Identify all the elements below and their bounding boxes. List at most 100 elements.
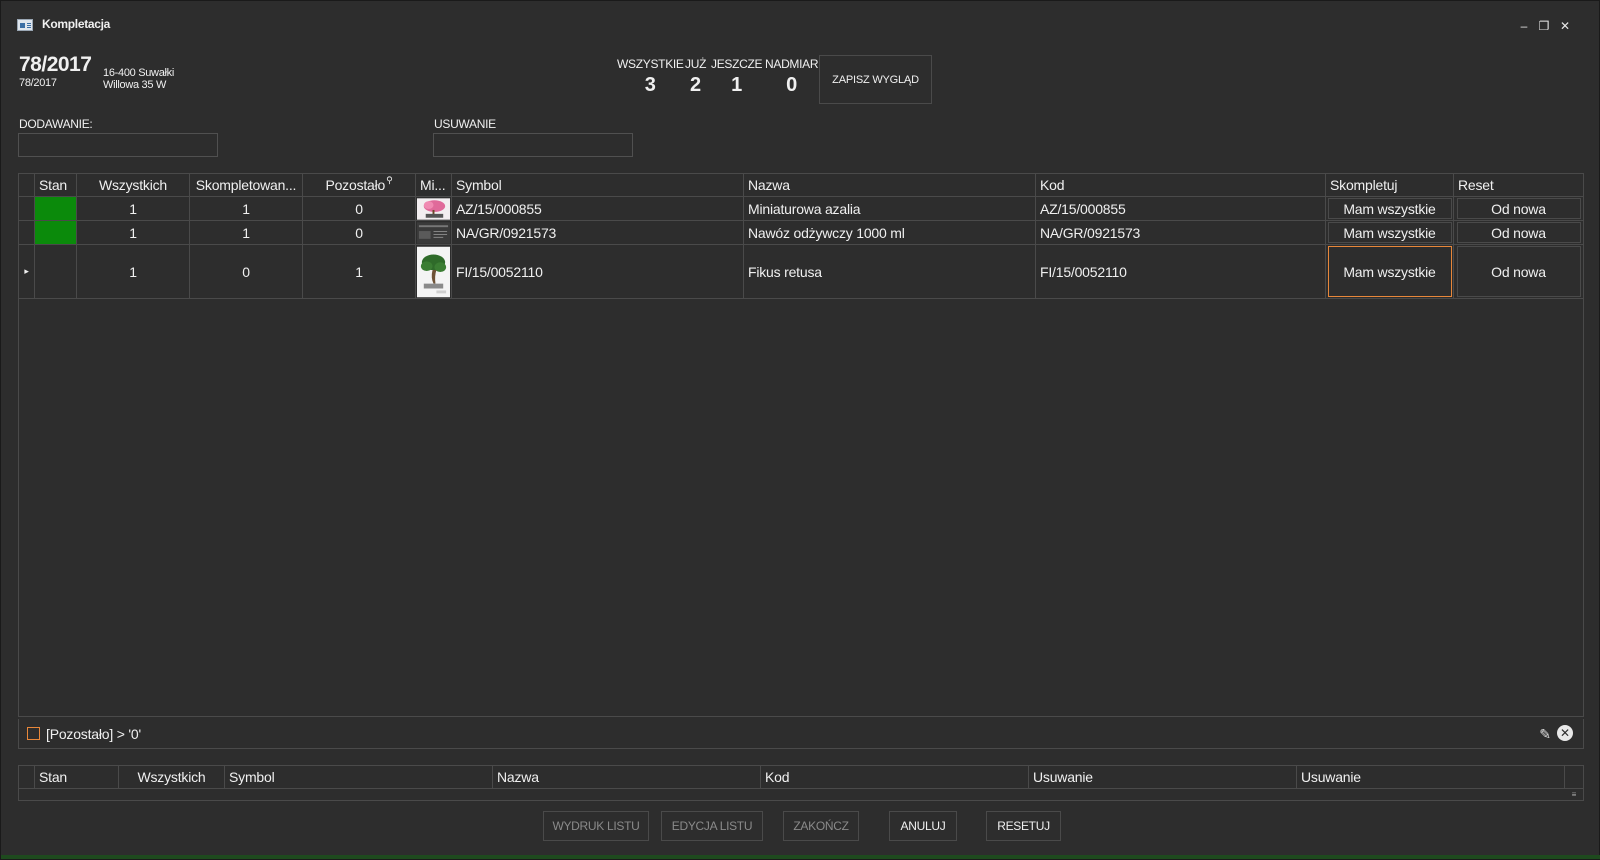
cell-kod: NA/GR/0921573 [1036,221,1326,244]
row-indicator [19,197,35,220]
stat-surplus-label: NADMIAR [765,57,819,71]
column-header-wszystkich[interactable]: Wszystkich [77,174,190,196]
grid2-column-usuwanie[interactable]: Usuwanie [1029,766,1297,788]
cell-kod: AZ/15/000855 [1036,197,1326,220]
stat-remaining-label: JESZCZE [711,57,763,71]
status-cell-complete [35,197,77,220]
address-line-2: Willowa 35 W [103,79,167,91]
current-row-pointer-icon: ▸ [19,245,35,298]
cell-wszystkich: 1 [77,197,190,220]
status-strip [1,855,1600,859]
filter-enable-checkbox[interactable] [27,727,40,740]
column-header-skompletowane[interactable]: Skompletowan... [190,174,303,196]
save-layout-button[interactable]: ZAPISZ WYGLĄD [819,55,932,104]
edit-list-button[interactable]: EDYCJA LISTU [661,811,763,841]
table-row[interactable]: 1 1 0 AZ/15/000855 Miniaturowa azalia AZ… [19,197,1583,221]
cell-wszystkich: 1 [77,221,190,244]
stat-all-value: 3 [644,74,656,96]
column-header-miniature[interactable]: Mi... [416,174,452,196]
grid2-column-stan[interactable]: Stan [35,766,119,788]
cell-reset: Od nowa [1454,197,1583,220]
restore-button[interactable]: ❐ [1537,19,1551,33]
finish-button[interactable]: ZAKOŃCZ [783,811,859,841]
grid2-header-row: Stan Wszystkich Symbol Nazwa Kod Usuwani… [19,766,1583,789]
cell-pozostalo: 0 [303,197,416,220]
grid-header-row: Stan Wszystkich Skompletowan... Pozostał… [19,174,1583,197]
start-over-button[interactable]: Od nowa [1456,198,1581,219]
fertilizer-thumbnail [416,221,452,244]
cell-skompletuj: Mam wszystkie [1326,221,1454,244]
cell-wszystkich: 1 [77,245,190,298]
stat-surplus-value: 0 [786,74,798,96]
removing-label: USUWANIE [434,117,496,131]
have-all-button[interactable]: Mam wszystkie [1327,198,1452,219]
document-number: 78/2017 [19,53,92,76]
row-indicator-header [19,174,35,196]
cell-nazwa: Nawóz odżywczy 1000 ml [744,221,1036,244]
stat-remaining-value: 1 [731,74,743,96]
table-row-current[interactable]: ▸ 1 0 1 FI/15/0052110 Fikus retusa FI/15… [19,245,1583,299]
clear-filter-icon[interactable]: ✕ [1557,725,1573,741]
cell-symbol: NA/GR/0921573 [452,221,744,244]
have-all-button[interactable]: Mam wszystkie [1327,246,1452,297]
start-over-button[interactable]: Od nowa [1456,246,1581,297]
filter-icon[interactable]: ⚲ [386,175,393,186]
cell-reset: Od nowa [1454,245,1583,298]
cell-kod: FI/15/0052110 [1036,245,1326,298]
cell-pozostalo: 0 [303,221,416,244]
print-list-button[interactable]: WYDRUK LISTU [543,811,649,841]
cell-nazwa: Fikus retusa [744,245,1036,298]
grid2-column-nazwa[interactable]: Nazwa [493,766,761,788]
scroll-down-icon[interactable]: ≡ [1567,790,1581,800]
stat-all: WSZYSTKIE 3 [617,57,684,97]
column-header-stan[interactable]: Stan [35,174,77,196]
start-over-button[interactable]: Od nowa [1456,222,1581,243]
stat-remaining: JESZCZE 1 [711,57,763,97]
cell-skompletowane: 1 [190,197,303,220]
title-bar: Kompletacja ‒ ❐ ✕ [1,1,1597,45]
row-indicator [19,221,35,244]
column-header-skompletuj[interactable]: Skompletuj [1326,174,1454,196]
reset-button[interactable]: RESETUJ [986,811,1061,841]
stat-done-value: 2 [689,74,702,96]
pozostalo-header-label: Pozostało [325,177,386,193]
cell-pozostalo: 1 [303,245,416,298]
status-cell-complete [35,221,77,244]
window-title: Kompletacja [42,17,111,31]
grid2-column-usuwanie-2[interactable]: Usuwanie [1297,766,1565,788]
column-header-pozostalo[interactable]: Pozostało ⚲ [303,174,416,196]
cell-skompletuj: Mam wszystkie [1326,245,1454,298]
adding-label: DODAWANIE: [19,117,93,131]
column-header-nazwa[interactable]: Nazwa [744,174,1036,196]
edit-filter-icon[interactable]: ✎ [1539,726,1551,743]
status-cell-incomplete [35,245,77,298]
cell-skompletowane: 1 [190,221,303,244]
cancel-button[interactable]: ANULUJ [889,811,957,841]
table-row[interactable]: 1 1 0 NA/GR/0921573 Nawóz odżywczy 1000 … [19,221,1583,245]
removing-input[interactable] [433,133,633,157]
cell-nazwa: Miniaturowa azalia [744,197,1036,220]
column-header-symbol[interactable]: Symbol [452,174,744,196]
grid2-column-wszystkich[interactable]: Wszystkich [119,766,225,788]
items-grid: Stan Wszystkich Skompletowan... Pozostał… [18,173,1584,717]
minimize-button[interactable]: ‒ [1517,19,1531,33]
removed-items-grid: Stan Wszystkich Symbol Nazwa Kod Usuwani… [18,765,1584,801]
azalea-thumbnail [416,197,452,220]
column-header-kod[interactable]: Kod [1036,174,1326,196]
stat-all-label: WSZYSTKIE [617,57,684,71]
cell-skompletowane: 0 [190,245,303,298]
bonsai-thumbnail [416,245,452,298]
filter-expression[interactable]: [Pozostało] > '0' [46,726,141,742]
stat-done: JUŻ 2 [685,57,706,97]
stat-done-label: JUŻ [685,57,707,71]
cell-symbol: FI/15/0052110 [452,245,744,298]
close-window-button[interactable]: ✕ [1558,19,1572,33]
column-header-reset[interactable]: Reset [1454,174,1583,196]
have-all-button[interactable]: Mam wszystkie [1327,222,1452,243]
row-indicator-header [19,766,35,788]
grid2-column-kod[interactable]: Kod [761,766,1029,788]
adding-input[interactable] [18,133,218,157]
grid2-column-symbol[interactable]: Symbol [225,766,493,788]
document-sub-number: 78/2017 [19,77,57,89]
app-window-icon [17,19,33,31]
